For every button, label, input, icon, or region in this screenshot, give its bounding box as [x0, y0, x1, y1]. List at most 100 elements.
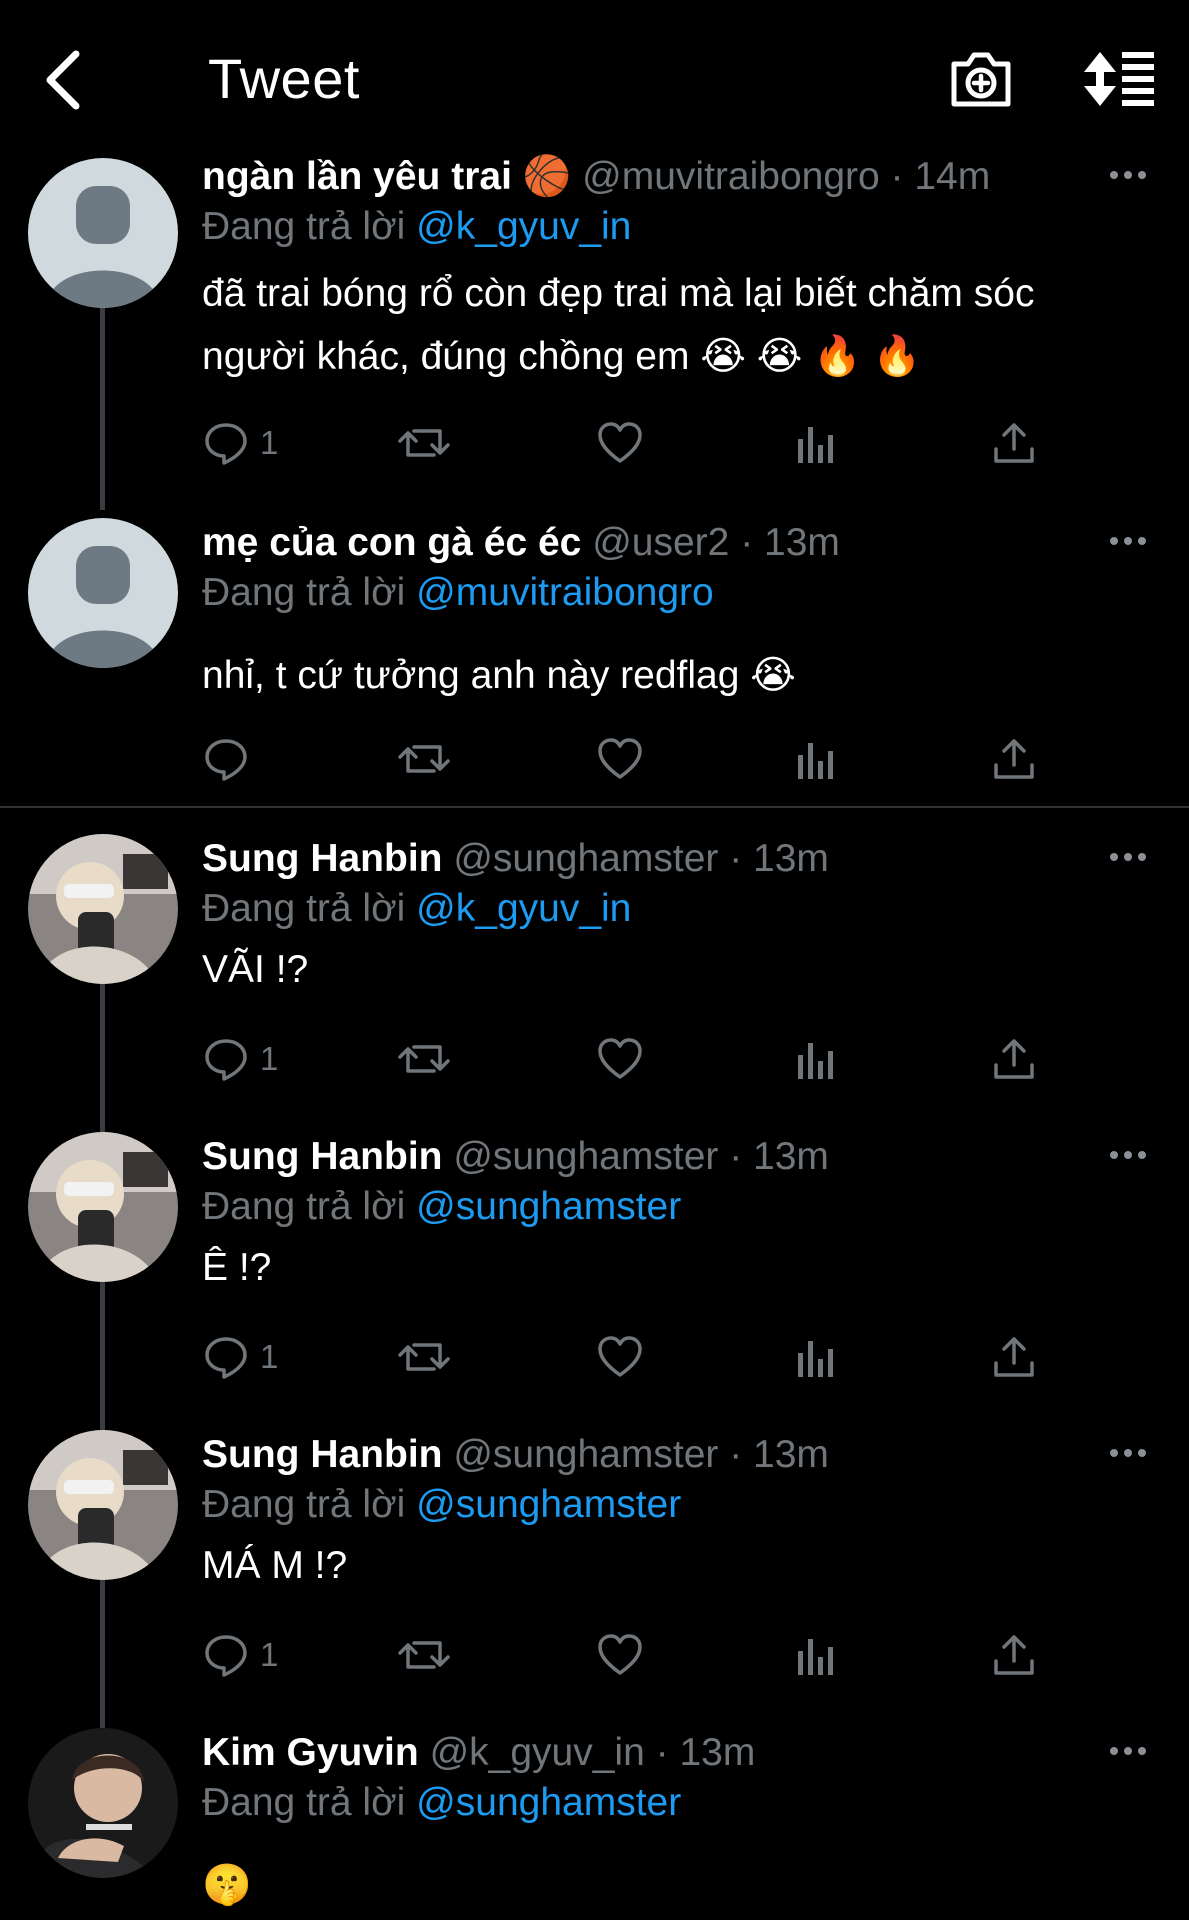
tweet-text: VÃI !?	[202, 938, 1142, 1001]
reply-context: Đang trả lời @muvitraibongro	[202, 568, 714, 618]
tweet-text: đã trai bóng rổ còn đẹp trai mà lại biết…	[202, 262, 1142, 388]
more-dots-icon	[1110, 537, 1146, 545]
username[interactable]: @sunghamster	[453, 837, 718, 880]
sort-button[interactable]	[1082, 48, 1156, 110]
reply-count: 1	[260, 1040, 279, 1077]
profile-photo	[28, 1728, 178, 1878]
reply-count: 1	[260, 1338, 279, 1375]
more-options-button[interactable]	[1108, 842, 1148, 872]
share-icon	[994, 1635, 1034, 1675]
retweet-icon	[398, 745, 450, 773]
avatar[interactable]	[28, 1132, 178, 1282]
thread-line	[100, 1270, 105, 1430]
back-button[interactable]	[40, 48, 90, 112]
heart-icon	[598, 738, 642, 779]
reply-prefix: Đang trả lời	[202, 1483, 406, 1526]
tweet-header: Sung Hanbin @sunghamster · 13m	[202, 834, 829, 884]
retweet-button[interactable]	[398, 1630, 450, 1680]
tweet-header: ngàn lần yêu trai 🏀 @muvitraibongro · 14…	[202, 152, 990, 202]
tweet-text-line: Ê !?	[202, 1246, 272, 1289]
heart-icon	[598, 422, 642, 463]
more-options-button[interactable]	[1108, 1438, 1148, 1468]
timestamp[interactable]: · 13m	[729, 1135, 829, 1178]
top-bar: Tweet	[0, 0, 1189, 160]
tweet-text: Ê !?	[202, 1236, 1142, 1299]
avatar[interactable]	[28, 834, 178, 984]
reply-icon	[205, 1635, 247, 1677]
avatar[interactable]	[28, 518, 178, 668]
default-avatar-icon	[28, 518, 178, 668]
profile-photo	[28, 834, 178, 984]
analytics-icon	[798, 427, 833, 463]
reply-button[interactable]: 1	[202, 1630, 278, 1680]
tweet-header: mẹ của con gà éc éc @user2 · 13m	[202, 518, 840, 568]
reply-prefix: Đang trả lời	[202, 887, 406, 930]
reply-button[interactable]: 1	[202, 1332, 278, 1382]
more-options-button[interactable]	[1108, 160, 1148, 190]
timestamp[interactable]: · 13m	[740, 521, 840, 564]
share-button[interactable]	[990, 1332, 1038, 1382]
reply-mention-link[interactable]: @sunghamster	[416, 1185, 681, 1228]
avatar[interactable]	[28, 1430, 178, 1580]
reply-button[interactable]: 1	[202, 418, 278, 468]
timestamp[interactable]: · 14m	[891, 155, 991, 198]
username[interactable]: @sunghamster	[453, 1433, 718, 1476]
analytics-icon	[798, 1639, 833, 1675]
reply-mention-link[interactable]: @sunghamster	[416, 1483, 681, 1526]
reply-prefix: Đang trả lời	[202, 205, 406, 248]
views-button[interactable]	[794, 1034, 838, 1084]
camera-button[interactable]	[948, 48, 1014, 110]
action-bar: 1	[202, 1034, 1102, 1084]
reply-mention-link[interactable]: @k_gyuv_in	[416, 887, 631, 930]
reply-button[interactable]: 1	[202, 1034, 278, 1084]
profile-photo	[28, 1132, 178, 1282]
share-button[interactable]	[990, 418, 1038, 468]
tweet-text-line: VÃI !?	[202, 948, 309, 991]
reply-context: Đang trả lời @sunghamster	[202, 1182, 681, 1232]
share-button[interactable]	[990, 1630, 1038, 1680]
more-dots-icon	[1110, 1747, 1146, 1755]
username[interactable]: @muvitraibongro	[582, 155, 880, 198]
timestamp[interactable]: · 13m	[729, 1433, 829, 1476]
reply-mention-link[interactable]: @sunghamster	[416, 1781, 681, 1824]
reply-button[interactable]	[202, 734, 250, 784]
reply-prefix: Đang trả lời	[202, 1781, 406, 1824]
like-button[interactable]	[596, 418, 644, 468]
reply-mention-link[interactable]: @k_gyuv_in	[416, 205, 631, 248]
like-button[interactable]	[596, 1034, 644, 1084]
retweet-button[interactable]	[398, 1332, 450, 1382]
retweet-button[interactable]	[398, 418, 450, 468]
username[interactable]: @k_gyuv_in	[430, 1731, 645, 1774]
retweet-button[interactable]	[398, 734, 450, 784]
more-options-button[interactable]	[1108, 526, 1148, 556]
reply-mention-link[interactable]: @muvitraibongro	[416, 571, 714, 614]
display-name: Kim Gyuvin	[202, 1731, 419, 1774]
more-dots-icon	[1110, 1151, 1146, 1159]
share-button[interactable]	[990, 1034, 1038, 1084]
views-button[interactable]	[794, 1630, 838, 1680]
analytics-icon	[798, 1341, 833, 1377]
reply-icon	[205, 1039, 247, 1081]
tweet-text: nhỉ, t cứ tưởng anh này redflag 😭	[202, 644, 1142, 707]
thread-line	[100, 972, 105, 1132]
timestamp[interactable]: · 13m	[729, 837, 829, 880]
like-button[interactable]	[596, 1630, 644, 1680]
views-button[interactable]	[794, 418, 838, 468]
like-button[interactable]	[596, 734, 644, 784]
action-bar: 1	[202, 1630, 1102, 1680]
tweet-text: MÁ M !?	[202, 1534, 1142, 1597]
share-icon	[994, 1337, 1034, 1377]
more-options-button[interactable]	[1108, 1140, 1148, 1170]
display-name: ngàn lần yêu trai	[202, 155, 512, 198]
retweet-button[interactable]	[398, 1034, 450, 1084]
avatar[interactable]	[28, 158, 178, 308]
username[interactable]: @sunghamster	[453, 1135, 718, 1178]
avatar[interactable]	[28, 1728, 178, 1878]
share-button[interactable]	[990, 734, 1038, 784]
more-options-button[interactable]	[1108, 1736, 1148, 1766]
like-button[interactable]	[596, 1332, 644, 1382]
timestamp[interactable]: · 13m	[656, 1731, 756, 1774]
views-button[interactable]	[794, 734, 838, 784]
username[interactable]: @user2	[592, 521, 729, 564]
views-button[interactable]	[794, 1332, 838, 1382]
